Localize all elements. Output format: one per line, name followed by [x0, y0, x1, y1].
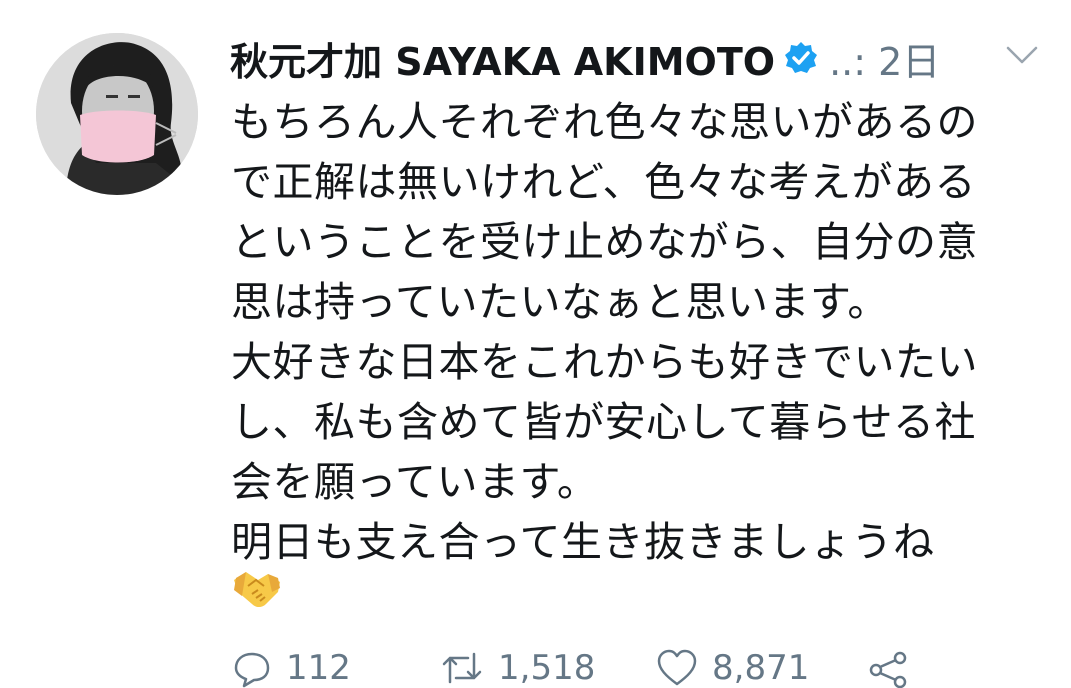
chevron-down-icon[interactable]	[1002, 40, 1042, 70]
tweet-timestamp[interactable]: ..: 2日	[829, 31, 940, 86]
tweet-line: 会を願っています。	[231, 458, 599, 506]
like-button[interactable]: 8,871	[656, 648, 809, 688]
verified-badge-icon	[783, 40, 819, 76]
retweet-icon	[442, 652, 482, 684]
heart-icon	[657, 649, 697, 686]
tweet-line: ということを受け止めながら、自分の意	[231, 218, 978, 266]
tweet-line: 明日も支え合って生き抜きましょうね	[231, 518, 935, 566]
handshake-emoji-icon	[232, 566, 282, 610]
avatar[interactable]	[36, 33, 198, 195]
tweet-line: で正解は無いけれど、色々な考えがある	[231, 158, 976, 206]
reply-icon	[234, 652, 270, 688]
like-count: 8,871	[712, 648, 810, 688]
tweet-line: もちろん人それぞれ色々な思いがあるの	[231, 98, 978, 146]
tweet-line: 思は持っていたいなぁと思います。	[231, 278, 889, 326]
share-button[interactable]	[866, 648, 910, 688]
tweet-header: 秋元才加 SAYAKA AKIMOTO ..: 2日	[230, 30, 1050, 86]
tweet-line: 大好きな日本をこれからも好きでいたい	[231, 338, 978, 386]
tweet-actions: 112 1,518 8,871	[232, 648, 1032, 688]
reply-count: 112	[286, 648, 351, 688]
reply-button[interactable]: 112	[232, 648, 351, 688]
tweet-line: し、私も含めて皆が安心して暮らせる社	[231, 398, 976, 446]
author-name[interactable]: 秋元才加 SAYAKA AKIMOTO	[230, 31, 775, 86]
share-icon	[869, 651, 907, 688]
tweet-text: もちろん人それぞれ色々な思いがあるの で正解は無いけれど、色々な考えがある というこ…	[231, 92, 1051, 572]
retweet-button[interactable]: 1,518	[440, 648, 595, 688]
retweet-count: 1,518	[498, 648, 596, 688]
